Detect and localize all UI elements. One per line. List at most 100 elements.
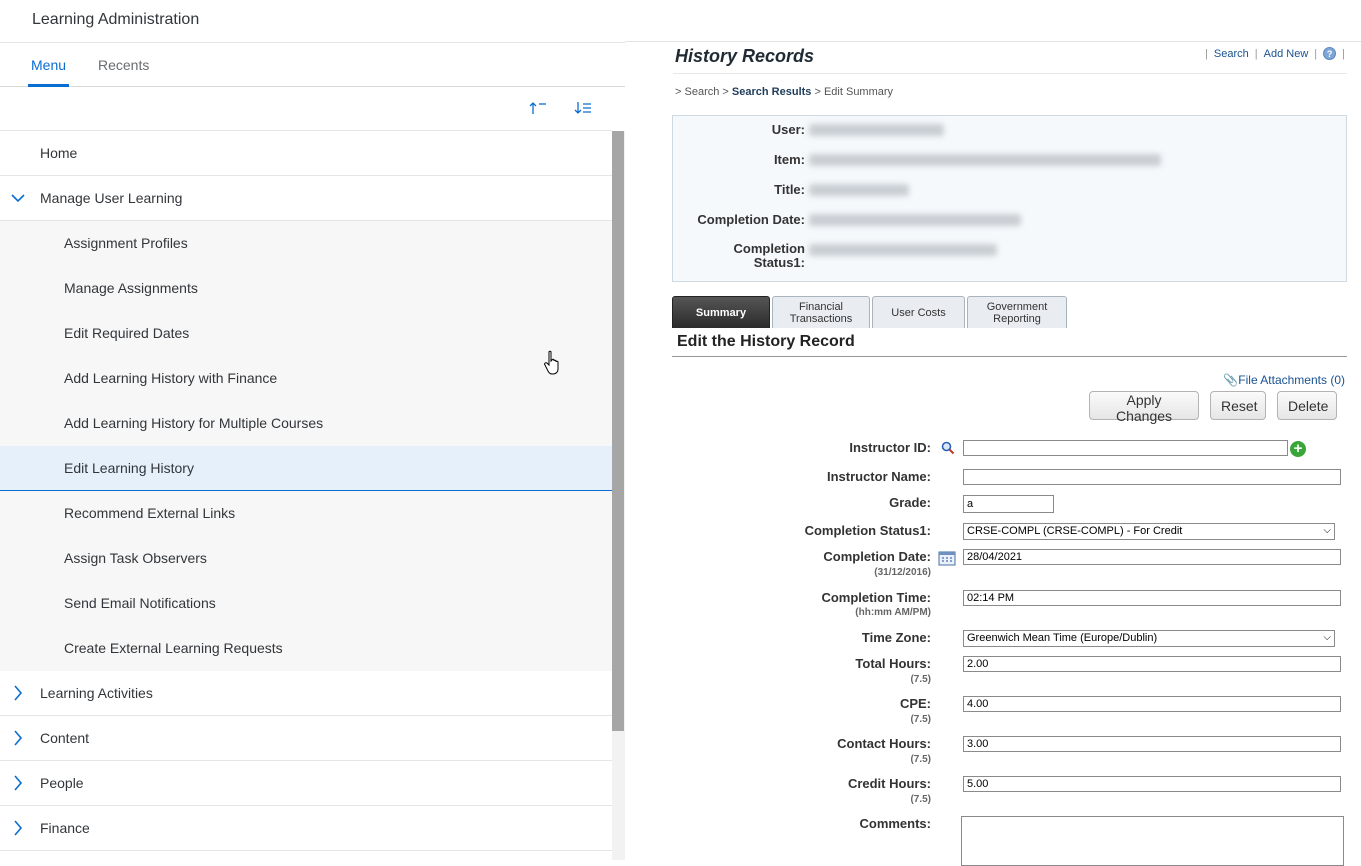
- summary-item-label: Item:: [773, 152, 805, 167]
- credit-hours-input[interactable]: [963, 776, 1341, 792]
- menu-item-manage-user-learning[interactable]: Manage User Learning: [0, 176, 612, 221]
- scrollbar-thumb[interactable]: [612, 131, 624, 731]
- add-icon[interactable]: +: [1290, 441, 1306, 457]
- delete-button[interactable]: Delete: [1277, 391, 1337, 420]
- cpe-label: CPE:: [899, 696, 931, 711]
- calendar-icon[interactable]: [938, 550, 956, 566]
- sort-ascending-icon[interactable]: [529, 101, 547, 118]
- total-hours-input[interactable]: [963, 656, 1341, 672]
- tab-user-costs[interactable]: User Costs: [872, 296, 965, 328]
- contact-hours-label: Contact Hours:: [837, 736, 931, 751]
- time-zone-select[interactable]: Greenwich Mean Time (Europe/Dublin) ⌵: [963, 630, 1335, 647]
- tab-label-line: Financial: [798, 300, 844, 313]
- paperclip-icon: 📎: [1223, 373, 1239, 387]
- menu-item-recommend-external-links[interactable]: Recommend External Links: [0, 491, 612, 536]
- completion-date-label: Completion Date:: [823, 549, 931, 564]
- menu-item-label: Recommend External Links: [64, 505, 236, 521]
- instructor-id-label: Instructor ID:: [849, 440, 931, 455]
- menu-item-finance[interactable]: Finance: [0, 806, 612, 851]
- tab-recents[interactable]: Recents: [98, 57, 149, 73]
- menu-item-people[interactable]: People: [0, 761, 612, 806]
- tab-financial-transactions[interactable]: Financial Transactions: [772, 296, 870, 328]
- redacted-value: [809, 214, 1021, 226]
- chevron-right-icon: [14, 685, 23, 701]
- separator: |: [1205, 47, 1208, 60]
- menu-item-edit-required-dates[interactable]: Edit Required Dates: [0, 311, 612, 356]
- summary-user-label: User:: [771, 122, 805, 137]
- credit-hours-hint: (7.5): [910, 794, 931, 805]
- completion-status-select[interactable]: CRSE-COMPL (CRSE-COMPL) - For Credit ⌵: [963, 523, 1335, 540]
- contact-hours-input[interactable]: [963, 736, 1341, 752]
- reset-button[interactable]: Reset: [1210, 391, 1266, 420]
- breadcrumb-search-results[interactable]: Search Results: [732, 86, 811, 98]
- label-line: Completion: [733, 241, 806, 256]
- tab-summary[interactable]: Summary: [672, 296, 770, 328]
- menu-item-send-email-notifications[interactable]: Send Email Notifications: [0, 581, 612, 626]
- nav-tabs: Menu Recents: [0, 43, 625, 87]
- breadcrumb-search[interactable]: Search: [685, 86, 720, 98]
- menu-item-add-learning-history-finance[interactable]: Add Learning History with Finance: [0, 356, 612, 401]
- menu-item-label: Add Learning History for Multiple Course…: [64, 415, 324, 431]
- comments-textarea[interactable]: [961, 816, 1344, 866]
- total-hours-label: Total Hours:: [855, 656, 931, 671]
- redacted-value: [809, 124, 944, 136]
- menu-item-label: Finance: [40, 820, 90, 836]
- menu-item-assignment-profiles[interactable]: Assignment Profiles: [0, 221, 612, 266]
- separator: |: [1342, 47, 1345, 60]
- chevron-right-icon: [14, 775, 23, 791]
- tab-label-line: Transactions: [789, 312, 853, 325]
- menu-item-learning-activities[interactable]: Learning Activities: [0, 671, 612, 716]
- menu-item-create-external-learning-requests[interactable]: Create External Learning Requests: [0, 626, 612, 671]
- record-tabs: Summary Financial Transactions User Costs…: [672, 296, 1067, 328]
- sort-descending-icon[interactable]: [574, 101, 592, 118]
- comments-label: Comments:: [859, 816, 931, 831]
- menu-item-add-learning-history-multiple[interactable]: Add Learning History for Multiple Course…: [0, 401, 612, 446]
- hand-cursor-icon: [544, 350, 559, 375]
- chevron-down-icon: [11, 194, 25, 203]
- completion-status-label: Completion Status1:: [804, 523, 931, 538]
- grade-input[interactable]: [963, 495, 1054, 513]
- search-icon[interactable]: [941, 441, 955, 455]
- search-link[interactable]: Search: [1214, 48, 1249, 60]
- menu-item-label: Manage Assignments: [64, 280, 198, 296]
- apply-changes-button[interactable]: Apply Changes: [1089, 391, 1199, 424]
- menu-item-label: Manage User Learning: [40, 190, 183, 206]
- file-attachments-link[interactable]: 📎File Attachments (0): [1223, 373, 1345, 387]
- completion-time-input[interactable]: [963, 590, 1341, 606]
- cpe-input[interactable]: [963, 696, 1341, 712]
- tab-government-reporting[interactable]: Government Reporting: [967, 296, 1067, 328]
- menu-item-assign-task-observers[interactable]: Assign Task Observers: [0, 536, 612, 581]
- menu-item-label: Learning Activities: [40, 685, 153, 701]
- section-title: Edit the History Record: [677, 333, 855, 350]
- chevron-right-icon: [14, 820, 23, 836]
- contact-hours-hint: (7.5): [910, 754, 931, 765]
- add-new-link[interactable]: Add New: [1264, 48, 1309, 60]
- menu-item-edit-learning-history[interactable]: Edit Learning History: [0, 446, 612, 491]
- breadcrumb-current: Edit Summary: [823, 86, 894, 98]
- total-hours-hint: (7.5): [910, 674, 931, 685]
- completion-date-input[interactable]: [963, 549, 1341, 565]
- help-icon[interactable]: ?: [1323, 47, 1337, 60]
- breadcrumb: > Search > Search Results > Edit Summary: [675, 86, 893, 98]
- instructor-id-input[interactable]: [963, 440, 1288, 456]
- menu-item-label: People: [40, 775, 84, 791]
- summary-completion-status-label: Completion Status1:: [665, 241, 806, 270]
- tab-menu[interactable]: Menu: [31, 57, 66, 73]
- menu-item-home[interactable]: Home: [0, 131, 612, 176]
- menu-item-manage-assignments[interactable]: Manage Assignments: [0, 266, 612, 311]
- active-tab-indicator: [28, 84, 69, 87]
- instructor-name-input[interactable]: [963, 469, 1341, 485]
- selected-value: Greenwich Mean Time (Europe/Dublin): [967, 632, 1158, 644]
- menu-item-label: Edit Learning History: [64, 460, 194, 476]
- time-zone-label: Time Zone:: [861, 630, 931, 645]
- breadcrumb-separator: >: [675, 86, 682, 98]
- menu-item-label: Assignment Profiles: [64, 235, 188, 251]
- file-attachments-label: File Attachments (0): [1238, 373, 1345, 387]
- completion-time-hint: (hh:mm AM/PM): [855, 607, 931, 618]
- credit-hours-label: Credit Hours:: [847, 776, 931, 791]
- menu-item-content[interactable]: Content: [0, 716, 612, 761]
- cpe-hint: (7.5): [910, 714, 931, 725]
- menu-item-label: Assign Task Observers: [64, 550, 207, 566]
- menu-item-label: Send Email Notifications: [64, 595, 216, 611]
- selected-value: CRSE-COMPL (CRSE-COMPL) - For Credit: [967, 525, 1183, 537]
